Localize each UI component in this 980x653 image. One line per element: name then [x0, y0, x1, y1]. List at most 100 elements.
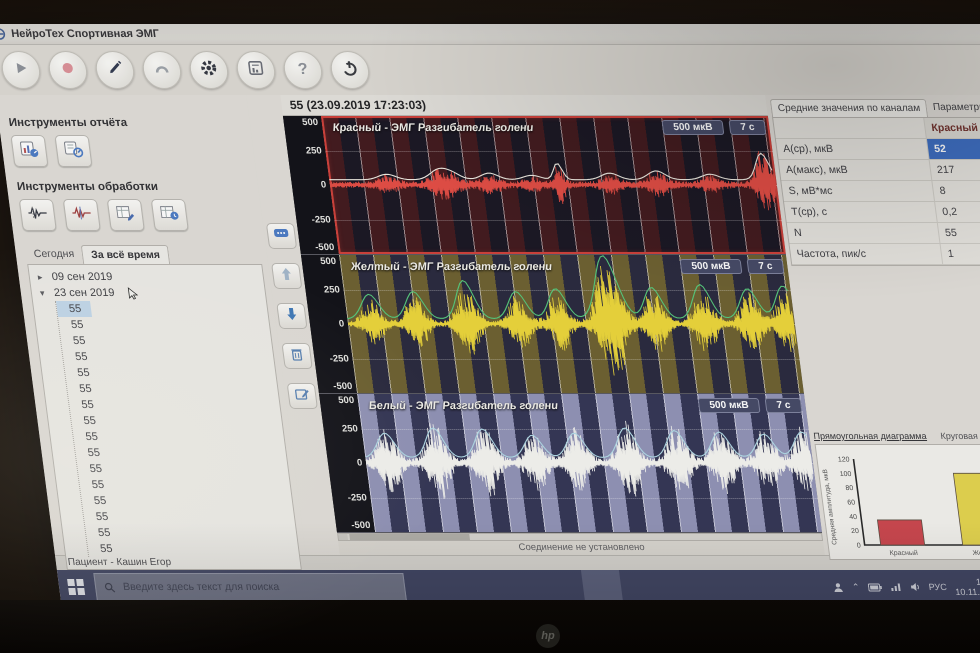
network-icon[interactable]: [889, 582, 902, 592]
tree-record-item[interactable]: 55: [83, 509, 295, 525]
channel-title: Белый - ЭМГ Разгибатель голени: [368, 400, 559, 412]
neurotech-app-icon: [601, 578, 603, 596]
edit-button[interactable]: [287, 383, 318, 409]
param-value[interactable]: 52: [927, 139, 980, 159]
tree-record-item[interactable]: 55: [66, 381, 278, 397]
diagram-tab-pie[interactable]: Круговая диаграмма: [940, 431, 980, 441]
table-row[interactable]: Частота, пик/с1: [790, 244, 980, 264]
table-row[interactable]: S, мВ*мс8: [781, 181, 980, 201]
record-button[interactable]: [47, 51, 90, 89]
table-row[interactable]: Т(ср), с0,2: [784, 202, 980, 222]
connection-status: Соединение не установлено: [338, 541, 825, 555]
people-icon[interactable]: [831, 582, 844, 593]
y-tick: -500: [351, 520, 371, 531]
y-tick: 500: [320, 256, 337, 267]
scrollbar-thumb[interactable]: [350, 534, 471, 540]
report-chart-button[interactable]: [10, 135, 48, 167]
start-button[interactable]: [57, 570, 95, 602]
param-value[interactable]: 0,2: [935, 202, 980, 222]
emg-channel-row[interactable]: 5002500-250-500Желтый - ЭМГ Разгибатель …: [301, 255, 804, 394]
tree-record-item[interactable]: 55: [60, 333, 272, 349]
tree-record-item[interactable]: 55: [71, 413, 283, 429]
bar-chart-ytick: 80: [845, 485, 854, 492]
report-copy-button[interactable]: [54, 135, 92, 167]
diagram-tab-bar[interactable]: Прямоугольная диаграмма: [813, 431, 927, 441]
tree-date-label: 23 сен 2019: [53, 287, 115, 299]
tree-record-item[interactable]: 55: [64, 365, 276, 381]
table-row[interactable]: N55: [787, 223, 980, 243]
windows-taskbar: ⌃ РУС 15:23 10.11.2019: [57, 570, 980, 602]
chevron-down-icon[interactable]: ▾: [39, 288, 50, 299]
tree-node-date[interactable]: ▾23 сен 2019: [31, 285, 266, 301]
tree-record-item[interactable]: 55: [77, 461, 289, 477]
mail-taskbar-button[interactable]: [543, 570, 585, 602]
arrow-down-button[interactable]: [277, 303, 308, 329]
settings-gear-button[interactable]: [188, 51, 231, 89]
emg-channel-row[interactable]: 5002500-250-500Белый - ЭМГ Разгибатель г…: [319, 394, 822, 533]
tree-record-item[interactable]: 55: [58, 317, 270, 333]
volume-icon[interactable]: [909, 582, 921, 592]
param-value[interactable]: 1: [941, 244, 980, 264]
tray-expand-icon[interactable]: ⌃: [851, 582, 860, 593]
comment-button[interactable]: [266, 223, 297, 249]
scroll-left-arrow[interactable]: [339, 534, 349, 540]
power-button[interactable]: [329, 51, 372, 89]
search-input[interactable]: [120, 580, 376, 594]
waveform-markers-button[interactable]: [19, 199, 57, 231]
tree-record-item[interactable]: 55: [68, 397, 280, 413]
arrow-up-button[interactable]: [271, 263, 302, 289]
help-button[interactable]: ?: [282, 51, 325, 89]
sensitivity-arc-button[interactable]: [141, 51, 184, 89]
channel-values-table: КрасныйА(ср), мкВ52А(макс), мкВ217S, мВ*…: [772, 117, 980, 266]
taskbar-search[interactable]: [93, 573, 407, 601]
main-toolbar: ?: [0, 45, 980, 95]
sweep-badge: 7 с: [729, 120, 767, 135]
tree-record-item[interactable]: 55: [56, 301, 92, 317]
table-row[interactable]: А(макс), мкВ217: [779, 160, 980, 180]
history-tabs: СегодняЗа всё время: [25, 245, 263, 264]
neurotech-app-taskbar-button[interactable]: [581, 570, 623, 602]
tree-record-item[interactable]: 55: [62, 349, 274, 365]
opera-taskbar-button[interactable]: [505, 570, 547, 602]
waveform-red-button[interactable]: [63, 199, 101, 231]
play-button[interactable]: [0, 51, 42, 89]
edit-icon: [293, 387, 311, 406]
battery-icon[interactable]: [867, 583, 882, 592]
tree-record-item[interactable]: 55: [85, 525, 297, 541]
tree-record-item[interactable]: 55: [75, 445, 287, 461]
param-value[interactable]: 217: [930, 160, 980, 180]
table-row[interactable]: А(ср), мкВ52: [776, 139, 980, 159]
emg-plot[interactable]: Красный - ЭМГ Разгибатель голени500 мкВ7…: [321, 116, 786, 254]
emg-plot[interactable]: Белый - ЭМГ Разгибатель голени500 мкВ7 с: [357, 394, 822, 532]
emg-plot[interactable]: Желтый - ЭМГ Разгибатель голени500 мкВ7 …: [339, 255, 804, 393]
pencil-button[interactable]: [94, 51, 137, 89]
param-value[interactable]: 8: [932, 181, 980, 201]
tree-record-item[interactable]: 55: [81, 493, 293, 509]
param-value[interactable]: 55: [938, 223, 980, 243]
right-panel-tab-averages[interactable]: Средние значения по каналам: [770, 99, 929, 117]
language-indicator[interactable]: РУС: [928, 582, 947, 592]
processing-tools-label: Инструменты обработки: [16, 181, 253, 193]
trash-button[interactable]: [282, 343, 313, 369]
table-clock-button[interactable]: [151, 199, 189, 231]
right-panel-tab-parameters[interactable]: Параметры: [926, 99, 980, 117]
history-tab-today[interactable]: Сегодня: [25, 245, 84, 264]
power-icon: [339, 59, 360, 82]
taskbar-clock[interactable]: 15:23 10.11.2019: [953, 577, 980, 597]
table-edit-button[interactable]: [107, 199, 145, 231]
param-label: А(ср), мкВ: [776, 139, 929, 159]
tree-record-item[interactable]: 55: [79, 477, 291, 493]
app-icon: [0, 28, 6, 40]
diagram-section: Прямоугольная диаграмма Круговая диаграмм…: [813, 431, 980, 560]
horizontal-scrollbar[interactable]: [337, 533, 823, 541]
report-doc-button[interactable]: [235, 51, 278, 89]
emg-channel-row[interactable]: 5002500-250-500Красный - ЭМГ Разгибатель…: [283, 116, 786, 255]
param-label: S, мВ*мс: [781, 181, 934, 201]
tree-record-item[interactable]: 55: [73, 429, 285, 445]
tree-node-date[interactable]: ▸09 сен 2019: [29, 269, 264, 285]
chevron-right-icon[interactable]: ▸: [37, 272, 48, 283]
history-tab-all-time[interactable]: За всё время: [81, 245, 170, 264]
task-view-taskbar-button[interactable]: [429, 570, 471, 602]
tree-record-item[interactable]: 55: [87, 541, 299, 557]
explorer-folder-taskbar-button[interactable]: [467, 570, 509, 602]
